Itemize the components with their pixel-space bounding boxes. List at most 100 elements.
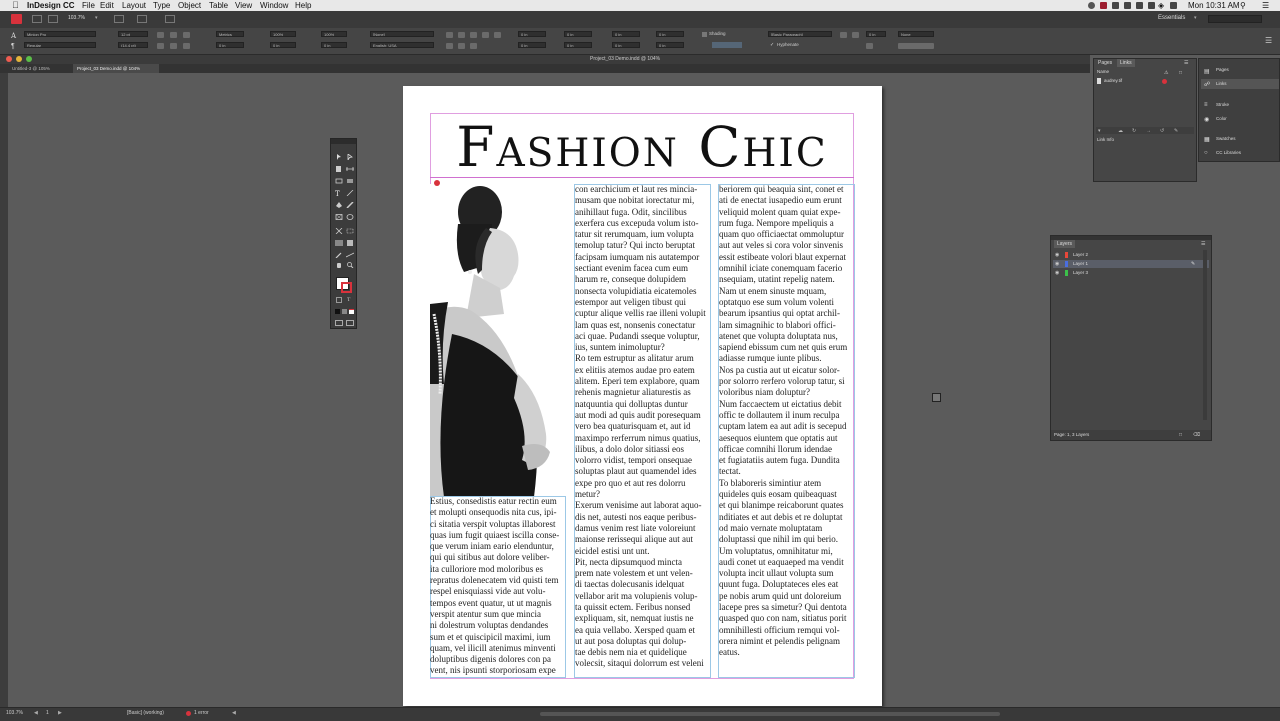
- space-after-field[interactable]: 0 in: [612, 42, 640, 48]
- menu-table[interactable]: Table: [209, 0, 228, 11]
- direct-selection-tool-icon[interactable]: [346, 154, 354, 160]
- zoom-window-button[interactable]: [26, 56, 32, 62]
- leading-field[interactable]: (14.4 pt): [118, 42, 148, 48]
- ellipse-tool-icon[interactable]: [346, 214, 354, 220]
- cc-libraries-icon[interactable]: ○: [1204, 150, 1208, 156]
- pen-tool-icon[interactable]: [335, 202, 343, 208]
- layer-name[interactable]: Layer 2: [1073, 251, 1088, 259]
- align-baseline-grid-icon[interactable]: [840, 32, 847, 38]
- drop-cap-chars-field[interactable]: 0 in: [656, 42, 684, 48]
- link-file-name[interactable]: audrey.tif: [1104, 77, 1122, 85]
- links-panel-menu-icon[interactable]: ☰: [1184, 60, 1188, 66]
- layer-name[interactable]: Layer 1: [1073, 260, 1088, 268]
- relink-icon[interactable]: ↻: [1132, 128, 1136, 134]
- menu-file[interactable]: File: [82, 0, 95, 11]
- link-info-section[interactable]: Link Info: [1097, 136, 1114, 144]
- dock-swatches[interactable]: Swatches: [1216, 135, 1236, 143]
- app-menu[interactable]: InDesign CC: [27, 0, 75, 11]
- show-link-info-icon[interactable]: ▾: [1098, 128, 1101, 134]
- link-missing-badge-icon[interactable]: [434, 180, 440, 186]
- layer-row-selected[interactable]: ◉ Layer 1 ✎: [1053, 260, 1209, 268]
- tab-layers[interactable]: Layers: [1054, 240, 1076, 248]
- volume-icon[interactable]: [1170, 2, 1177, 9]
- workspace-switcher[interactable]: Essentials: [1158, 15, 1185, 21]
- body-text-column-2[interactable]: con earchicium et laut res mincia- musam…: [575, 184, 710, 678]
- right-indent-field[interactable]: 0 in: [564, 31, 592, 37]
- menu-edit[interactable]: Edit: [100, 0, 114, 11]
- note-tool-icon[interactable]: [346, 240, 354, 246]
- menu-window[interactable]: Window: [260, 0, 288, 11]
- wifi-icon[interactable]: ◈: [1158, 0, 1164, 11]
- hyphenate-checkbox-icon[interactable]: ✓: [770, 42, 774, 48]
- pencil-tool-icon[interactable]: [346, 202, 354, 208]
- tab-untitled-3[interactable]: Untitled-3 @ 105%: [8, 64, 72, 73]
- baseline-shift-field[interactable]: 0 in: [270, 42, 296, 48]
- time-machine-icon[interactable]: [1136, 2, 1143, 9]
- kerning-field[interactable]: Metrics: [216, 31, 244, 37]
- bullet-list-field[interactable]: None: [898, 31, 934, 37]
- new-layer-icon[interactable]: □: [1179, 432, 1182, 438]
- column-count-icon[interactable]: [852, 32, 859, 38]
- paragraph-style-field[interactable]: [Basic Paragraph]: [768, 31, 832, 37]
- menu-object[interactable]: Object: [178, 0, 201, 11]
- align-left-icon[interactable]: [446, 32, 453, 38]
- skew-field[interactable]: 0 in: [321, 42, 347, 48]
- fashion-photo-image[interactable]: [430, 184, 566, 497]
- links-status-header-icon[interactable]: ⚠: [1164, 70, 1168, 76]
- normal-view-icon[interactable]: [335, 320, 343, 326]
- dock-links[interactable]: Links: [1216, 80, 1227, 88]
- tools-panel-header[interactable]: [331, 139, 356, 144]
- apply-color-icon[interactable]: [335, 309, 340, 314]
- justify-left-icon[interactable]: [482, 32, 489, 38]
- menu-help[interactable]: Help: [295, 0, 311, 11]
- layer-row[interactable]: ◉ Layer 2: [1053, 251, 1209, 259]
- line-tool-icon[interactable]: [346, 190, 354, 196]
- stroke-icon[interactable]: ≡: [1204, 102, 1208, 108]
- clock[interactable]: Mon 10:31 AM: [1188, 0, 1240, 11]
- headline-text-frame[interactable]: Fashion Chic: [432, 115, 852, 177]
- view-options-icon[interactable]: [114, 15, 124, 23]
- visibility-eye-icon[interactable]: ◉: [1055, 252, 1059, 258]
- adobe-stock-search-input[interactable]: [1208, 15, 1262, 23]
- zoom-tool-icon[interactable]: [346, 262, 354, 268]
- next-page-icon[interactable]: ▶: [58, 710, 62, 716]
- links-page-header-icon[interactable]: □: [1179, 70, 1182, 76]
- preflight-error-count[interactable]: 1 error: [194, 710, 209, 716]
- shading-swatch[interactable]: [712, 42, 742, 48]
- type-tool-icon[interactable]: T: [335, 190, 343, 198]
- tab-links-panel[interactable]: Links: [1117, 59, 1135, 67]
- pages-icon[interactable]: ▤: [1204, 68, 1210, 75]
- layer-name[interactable]: Layer 3: [1073, 269, 1088, 277]
- hand-tool-icon[interactable]: [335, 262, 343, 268]
- go-to-link-icon[interactable]: →: [1146, 128, 1151, 134]
- menu-type[interactable]: Type: [153, 0, 170, 11]
- workspace-dropdown-icon[interactable]: ▾: [1194, 15, 1197, 21]
- space-before-field[interactable]: 0 in: [612, 31, 640, 37]
- dock-color[interactable]: Color: [1216, 115, 1227, 123]
- underline-icon[interactable]: [157, 43, 164, 49]
- color-icon[interactable]: ◉: [1204, 116, 1209, 123]
- apply-gradient-icon[interactable]: [342, 309, 347, 314]
- zoom-dropdown-icon[interactable]: ▾: [95, 15, 98, 21]
- layers-panel-menu-icon[interactable]: ☰: [1201, 241, 1205, 247]
- relink-cc-icon[interactable]: ☁: [1118, 128, 1123, 134]
- preflight-menu-icon[interactable]: ◀: [232, 710, 236, 716]
- small-caps-icon[interactable]: [170, 32, 177, 38]
- visibility-eye-icon[interactable]: ◉: [1055, 261, 1059, 267]
- measure-tool-icon[interactable]: [346, 252, 354, 258]
- last-line-indent-field[interactable]: 0 in: [564, 42, 592, 48]
- page-tool-icon[interactable]: [335, 166, 343, 172]
- language-field[interactable]: English: USA: [370, 42, 434, 48]
- align-towards-spine-icon[interactable]: [446, 43, 453, 49]
- body-text-column-3[interactable]: beriorem qui beaquia sint, conet et ati …: [719, 184, 855, 678]
- align-right-icon[interactable]: [470, 32, 477, 38]
- paragraph-mode-icon[interactable]: ¶: [11, 43, 15, 50]
- control-panel-menu-icon[interactable]: ☰: [1265, 36, 1272, 45]
- horizontal-scale-field[interactable]: 100%: [321, 31, 347, 37]
- bluetooth-icon[interactable]: [1148, 2, 1155, 9]
- stroke-swatch-icon[interactable]: [341, 282, 352, 293]
- apply-none-icon[interactable]: [349, 309, 354, 314]
- align-center-icon[interactable]: [458, 32, 465, 38]
- cc-icon[interactable]: [1088, 2, 1095, 9]
- character-style-field[interactable]: [None]: [370, 31, 434, 37]
